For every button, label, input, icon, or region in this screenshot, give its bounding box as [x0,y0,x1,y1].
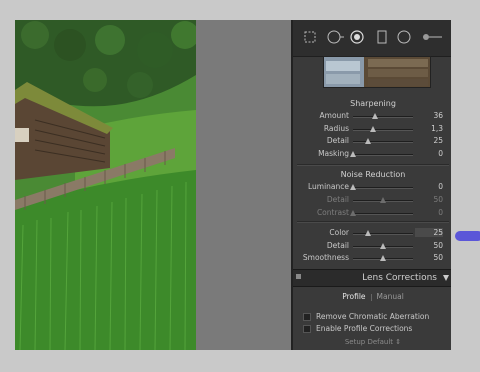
pointer-cursor [455,231,480,241]
slider-label: Masking [318,148,349,158]
canvas-background [196,20,291,350]
spot-removal-icon[interactable] [327,30,344,44]
radial-filter-icon[interactable] [397,30,411,44]
slider-track[interactable] [353,116,413,118]
slider-label: Amount [319,111,349,120]
slider-label: Luminance [307,182,349,191]
lens-tabs: Profile Manual [293,292,451,301]
slider-row-radius[interactable]: Radius 1,3 [293,124,451,135]
slider-knob[interactable] [369,125,376,132]
slider-knob[interactable] [365,138,371,144]
photo-preview[interactable] [15,20,196,350]
setup-select[interactable]: Setup Default ⇕ [293,338,451,346]
lens-corrections-header[interactable]: Lens Corrections [293,269,451,287]
slider-value[interactable]: 0 [415,149,443,158]
slider-value[interactable]: 50 [415,195,443,204]
slider-row-detail[interactable]: Detail 50 [293,195,451,206]
slider-track[interactable] [353,128,413,131]
slider-track[interactable] [353,153,413,156]
checkbox-box[interactable] [303,325,311,333]
slider-track[interactable] [353,141,413,143]
slider-knob[interactable] [380,255,386,261]
slider-knob[interactable] [365,230,371,236]
slider-label: Detail [326,240,349,250]
setup-value: Default [367,338,394,346]
photo-image [15,20,196,350]
tool-strip [293,20,451,57]
select-arrows-icon: ⇕ [395,338,402,346]
sharpening-title: Sharpening [350,99,396,108]
slider-track[interactable] [353,233,413,235]
lightroom-window: Sharpening Amount 36 Radius 1,3 Detail 25 Mask… [15,20,451,350]
slider-knob[interactable] [350,210,356,216]
slider-value[interactable]: 50 [415,241,443,250]
slider-value[interactable]: 0 [415,182,443,191]
slider-label: Contrast [316,208,349,217]
checkbox-box[interactable] [303,313,311,321]
slider-row-color-smoothness[interactable]: Smoothness 50 [293,253,451,264]
section-divider [297,221,449,223]
checkbox-label: Remove Chromatic Aberration [316,312,430,321]
slider-track[interactable] [353,187,413,189]
tab-profile[interactable]: Profile [337,292,370,301]
collapse-triangle-icon[interactable] [443,275,449,281]
slider-value[interactable]: 25 [415,136,443,145]
slider-row-color-color[interactable]: Color 25 [293,228,451,239]
detail-preview-thumbnail[interactable] [323,56,431,88]
tab-manual[interactable]: Manual [372,292,409,301]
slider-knob[interactable] [371,113,378,119]
noise-reduction-title: Noise Reduction [340,170,406,179]
slider-label: Detail [326,195,349,204]
slider-knob[interactable] [350,150,356,157]
slider-label: Smoothness [302,253,349,262]
slider-row-luminance[interactable]: Luminance 0 [293,182,451,193]
adjustment-brush-icon[interactable] [421,30,443,44]
slider-value[interactable]: 0 [415,208,443,217]
slider-label: Color [329,228,349,237]
slider-knob[interactable] [380,242,386,249]
enable-profile-corrections-checkbox[interactable]: Enable Profile Corrections [303,324,412,333]
slider-value[interactable]: 36 [415,111,443,120]
slider-row-amount[interactable]: Amount 36 [293,111,451,122]
checkbox-label: Enable Profile Corrections [316,324,413,333]
slider-value[interactable]: 25 [415,228,443,237]
setup-label: Setup [344,338,366,346]
graduated-filter-icon[interactable] [375,30,389,44]
red-eye-icon[interactable] [350,30,364,44]
slider-row-masking[interactable]: Masking 0 [293,149,451,160]
slider-knob[interactable] [350,184,356,190]
crop-icon[interactable] [303,30,317,44]
lens-corrections-title: Lens Corrections [362,273,437,283]
slider-row-color-detail[interactable]: Detail 50 [293,241,451,252]
panel-switch-icon[interactable] [296,274,301,279]
slider-row-contrast[interactable]: Contrast 0 [293,208,451,219]
slider-value[interactable]: 1,3 [415,124,443,133]
slider-row-detail[interactable]: Detail 25 [293,136,451,147]
slider-track[interactable] [353,213,413,215]
develop-panel: Sharpening Amount 36 Radius 1,3 Detail 25 Mask… [291,20,451,350]
slider-label: Radius [323,123,349,133]
slider-value[interactable]: 50 [415,253,443,262]
section-divider [297,164,449,166]
slider-label: Detail [326,136,349,145]
slider-knob[interactable] [380,197,386,203]
remove-chromatic-aberration-checkbox[interactable]: Remove Chromatic Aberration [303,312,429,321]
